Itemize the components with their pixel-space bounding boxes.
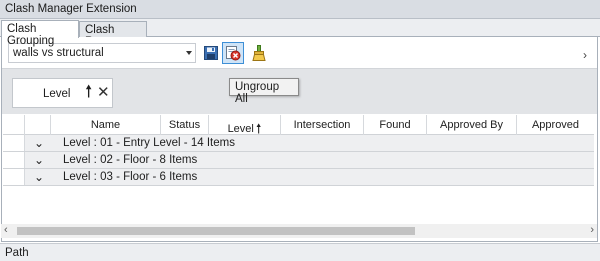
chevron-down-icon[interactable]: ⌄ xyxy=(34,170,44,184)
header-expander-cell xyxy=(3,115,25,135)
sort-ascending-icon: 🠕 xyxy=(255,121,262,136)
group-row[interactable]: ⌄ Level : 03 - Floor - 6 Items xyxy=(3,169,594,186)
group-row[interactable]: ⌄ Level : 02 - Floor - 8 Items xyxy=(3,152,594,169)
ungroup-tooltip: Ungroup All xyxy=(229,78,299,105)
group-chip-label: Level xyxy=(43,88,71,100)
grid-header: Name Status Level 🠕 Intersection Found Ap… xyxy=(3,115,594,136)
chevron-right-icon[interactable]: › xyxy=(583,48,587,62)
group-row-label: Level : 03 - Floor - 6 Items xyxy=(63,171,198,183)
column-header-level-label: Level xyxy=(227,123,254,135)
column-header-status[interactable]: Status xyxy=(161,115,209,135)
scrollbar-thumb[interactable] xyxy=(17,227,415,235)
status-bar: Path xyxy=(0,243,600,261)
column-header-intersection[interactable]: Intersection xyxy=(281,115,364,135)
group-row-label: Level : 01 - Entry Level - 14 Items xyxy=(63,137,235,149)
group-row[interactable]: ⌄ Level : 01 - Entry Level - 14 Items xyxy=(3,135,594,152)
dropdown-arrow-icon xyxy=(186,51,192,55)
sort-ascending-icon[interactable]: 🠕 xyxy=(85,83,92,100)
column-header-level[interactable]: Level 🠕 xyxy=(209,115,281,136)
test-selector-value: walls vs structural xyxy=(13,47,104,59)
scroll-left-icon[interactable]: ‹ xyxy=(4,224,8,236)
column-header-approved[interactable]: Approved xyxy=(517,115,594,135)
clean-button[interactable] xyxy=(250,44,268,62)
horizontal-scrollbar[interactable]: ‹ › xyxy=(1,224,597,238)
group-chip-level[interactable]: Level 🠕 ✕ xyxy=(12,78,113,108)
column-header-found[interactable]: Found xyxy=(364,115,427,135)
remove-group-icon[interactable]: ✕ xyxy=(97,85,110,100)
scroll-right-icon[interactable]: › xyxy=(590,224,594,236)
group-row-label: Level : 02 - Floor - 8 Items xyxy=(63,154,198,166)
chevron-down-icon[interactable]: ⌄ xyxy=(34,136,44,150)
ungroup-icon xyxy=(226,46,241,61)
tab-clash-reports[interactable]: Clash Reports xyxy=(79,21,147,48)
clean-brush-icon xyxy=(252,45,266,61)
window-titlebar: Clash Manager Extension xyxy=(0,0,600,19)
group-by-panel: Level 🠕 ✕ xyxy=(2,68,597,114)
chevron-down-icon[interactable]: ⌄ xyxy=(34,153,44,167)
header-indent-cell xyxy=(25,115,51,135)
ungroup-all-button[interactable] xyxy=(222,42,244,64)
tab-strip: Clash Grouping Clash Reports xyxy=(0,19,600,48)
column-header-approved-by[interactable]: Approved By xyxy=(427,115,517,135)
status-path: Path xyxy=(5,247,29,259)
tab-clash-grouping[interactable]: Clash Grouping xyxy=(1,20,79,47)
save-button[interactable] xyxy=(202,44,220,62)
column-header-name[interactable]: Name xyxy=(51,115,161,135)
window-title: Clash Manager Extension xyxy=(5,3,137,15)
save-icon xyxy=(204,46,218,60)
toolbar: walls vs structural › xyxy=(2,39,597,67)
